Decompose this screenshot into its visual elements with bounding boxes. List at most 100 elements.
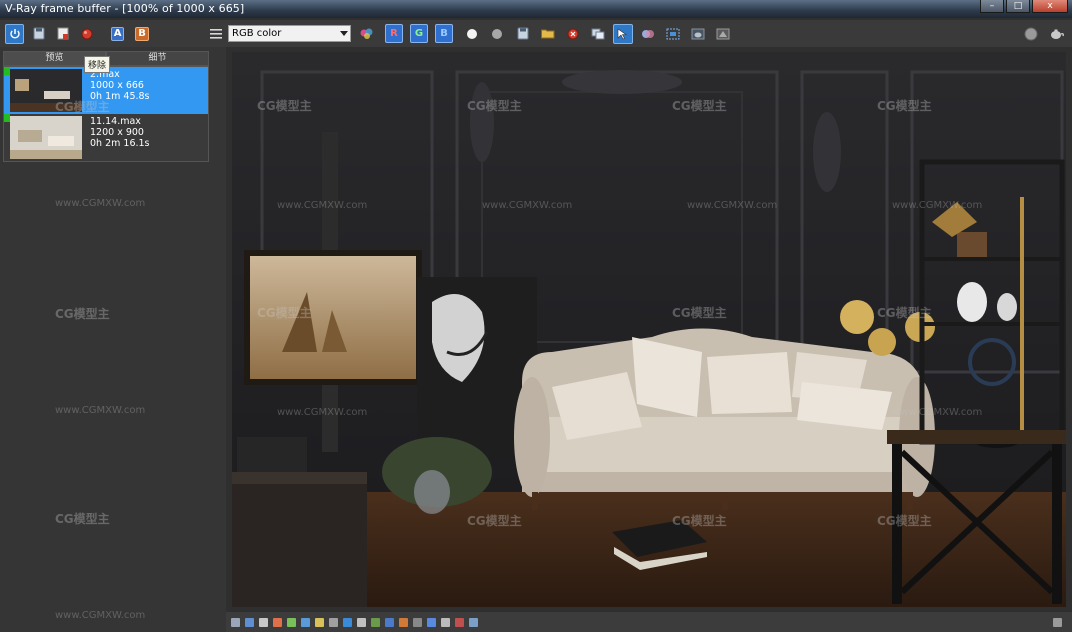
compare-b-button[interactable]: B: [135, 26, 149, 41]
history-menu-button[interactable]: [207, 24, 226, 44]
power-button[interactable]: [5, 23, 25, 44]
zoom-icon[interactable]: [245, 617, 254, 627]
track-mouse-button[interactable]: [613, 23, 633, 44]
watermark-logo: CG模型主: [55, 512, 110, 526]
bottom-toolbar: [226, 612, 1072, 632]
color-palette-icon: [360, 28, 373, 39]
icc-icon[interactable]: [357, 617, 366, 627]
watermark-url: www.CGMXW.com: [55, 198, 146, 209]
history-thumbnail: [10, 116, 82, 159]
exposure-icon[interactable]: [301, 617, 310, 627]
watermark-logo: CG模型主: [877, 306, 932, 320]
gray-circle-icon: [492, 28, 502, 39]
pin-icon[interactable]: [441, 617, 450, 627]
lut-icon[interactable]: [315, 617, 324, 627]
region-render-button[interactable]: [663, 24, 683, 44]
load-history-button[interactable]: [53, 24, 72, 44]
history-resolution: 1200 x 900: [90, 127, 144, 138]
expand-icon[interactable]: [1053, 617, 1062, 627]
curve-icon[interactable]: [287, 617, 296, 627]
menu-icon: [210, 28, 223, 39]
maximize-button[interactable]: □: [1006, 0, 1030, 13]
history-info: 11.14.max 1200 x 900 0h 2m 16.1s: [90, 116, 150, 149]
flip-icon[interactable]: [371, 617, 380, 627]
stop-icon[interactable]: [455, 617, 464, 627]
srgb-icon[interactable]: [329, 617, 338, 627]
load-icon: [57, 27, 69, 40]
lens-icon: [716, 28, 730, 39]
history-filename: 11.14.max: [90, 116, 141, 127]
remove-icon: [81, 28, 93, 39]
color-clamp-button[interactable]: [357, 24, 377, 44]
render-last-button[interactable]: [688, 24, 708, 44]
info-icon[interactable]: [413, 617, 422, 627]
close-button[interactable]: x: [1032, 0, 1068, 13]
watermark-logo: CG模型主: [877, 514, 932, 528]
watermark-logo: CG模型主: [672, 99, 727, 113]
folder-icon: [541, 29, 555, 39]
duplicate-to-max-button[interactable]: [588, 24, 608, 44]
white-circle-icon: [467, 28, 477, 39]
monochrome-button[interactable]: [487, 24, 507, 44]
region-icon: [666, 28, 680, 39]
pixel-info-icon[interactable]: [231, 617, 240, 627]
window-title: V-Ray frame buffer - [100% of 1000 x 665…: [5, 2, 245, 15]
stereo-icon[interactable]: [399, 617, 408, 627]
green-channel-button[interactable]: G: [410, 24, 428, 43]
window-controls: – □ x: [978, 0, 1068, 13]
watermark-url: www.CGMXW.com: [892, 407, 983, 418]
teapot-icon: [691, 28, 705, 39]
gray-circle-icon: [1024, 27, 1038, 40]
chevron-down-icon: [340, 31, 348, 36]
history-resolution: 1000 x 666: [90, 80, 144, 91]
compare-a-icon: A: [113, 28, 122, 39]
watermark-logo: CG模型主: [672, 514, 727, 528]
levels-icon[interactable]: [273, 617, 282, 627]
save-image-button[interactable]: [513, 24, 533, 44]
red-channel-button[interactable]: R: [385, 24, 403, 43]
ocio-icon[interactable]: [343, 617, 352, 627]
save-icon: [517, 27, 529, 40]
show-corrections-button[interactable]: [638, 24, 658, 44]
lens-effects-button[interactable]: [713, 24, 733, 44]
remove-history-button[interactable]: [78, 24, 97, 44]
watermark-url: www.CGMXW.com: [687, 200, 778, 211]
lens-icon[interactable]: [427, 617, 436, 627]
clear-image-button[interactable]: [563, 24, 583, 44]
watermark-logo: CG模型主: [257, 306, 312, 320]
tab-details[interactable]: 细节: [106, 51, 209, 66]
duplicate-icon: [591, 28, 605, 39]
color-corrections-icon: [642, 29, 654, 38]
cursor-track-icon: [617, 27, 627, 39]
blue-channel-button[interactable]: B: [435, 24, 453, 43]
history-toolbar: A B: [0, 20, 226, 47]
blue-channel-label: B: [440, 28, 448, 39]
title-bar[interactable]: V-Ray frame buffer - [100% of 1000 x 665…: [0, 0, 1072, 18]
watermark-url: www.CGMXW.com: [277, 200, 368, 211]
render-canvas[interactable]: CG模型主 CG模型主 CG模型主 CG模型主 www.CGMXW.com ww…: [232, 52, 1066, 607]
view-icon[interactable]: [259, 617, 268, 627]
main-toolbar: RGB color R G B: [226, 20, 1072, 47]
red-channel-label: R: [390, 28, 398, 39]
channel-select[interactable]: RGB color: [228, 25, 351, 42]
render-button[interactable]: [1046, 24, 1066, 44]
watermark-logo: CG模型主: [877, 99, 932, 113]
watermark-url: www.CGMXW.com: [892, 200, 983, 211]
save-history-button[interactable]: [29, 24, 48, 44]
watermark-logo: CG模型主: [467, 99, 522, 113]
more-icon[interactable]: [469, 617, 478, 627]
channel-select-value: RGB color: [232, 28, 282, 39]
history-panel: 预览 细节 2.max 1000 x 666 0h 1m 45.8s 11.14…: [0, 47, 226, 632]
compare-a-button[interactable]: A: [110, 26, 125, 41]
history-item[interactable]: 11.14.max 1200 x 900 0h 2m 16.1s: [4, 114, 208, 161]
histogram-icon[interactable]: [385, 617, 394, 627]
watermark-url: www.CGMXW.com: [277, 407, 368, 418]
load-image-button[interactable]: [538, 24, 558, 44]
save-icon: [33, 27, 45, 40]
settings-button[interactable]: [1021, 24, 1041, 44]
vray-frame-buffer-window: V-Ray frame buffer - [100% of 1000 x 665…: [0, 0, 1072, 632]
rendered-image: [232, 52, 1066, 607]
clear-icon: [567, 28, 579, 39]
alpha-white-button[interactable]: [462, 24, 482, 44]
minimize-button[interactable]: –: [980, 0, 1004, 13]
